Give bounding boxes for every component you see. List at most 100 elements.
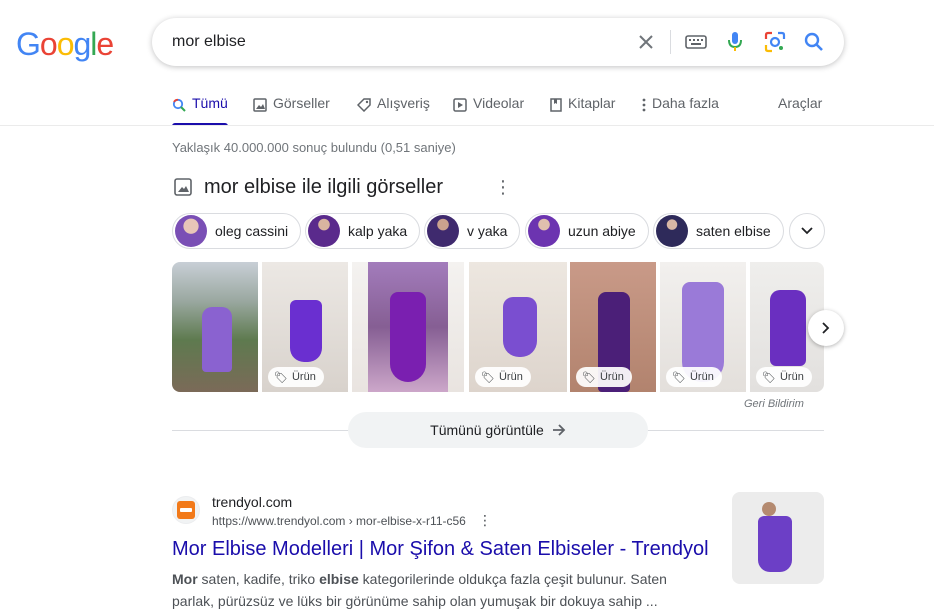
search-bar: mor elbise (152, 18, 844, 66)
chip-thumbnail (427, 215, 459, 247)
search-icon[interactable] (802, 30, 826, 54)
more-vert-icon (642, 98, 646, 112)
tab-label: Alışveriş (377, 95, 430, 111)
arrow-right-icon (552, 424, 566, 436)
search-icon (172, 98, 186, 112)
logo-letter: e (96, 26, 114, 62)
chip-label: kalp yaka (348, 223, 408, 239)
snippet-text: saten, kadife, triko (197, 571, 320, 587)
image-result[interactable]: 🏷 Ürün (660, 262, 746, 392)
chip-thumbnail (175, 215, 207, 247)
chip-v-yaka[interactable]: v yaka (424, 213, 521, 249)
tag-icon: 🏷 (274, 371, 288, 384)
result-thumbnail[interactable] (732, 492, 824, 584)
tools-button[interactable]: Araçlar (778, 95, 822, 111)
image-result[interactable] (352, 262, 464, 392)
chip-thumbnail (528, 215, 560, 247)
product-badge: 🏷 Ürün (475, 367, 531, 387)
chip-oleg-cassini[interactable]: oleg cassini (172, 213, 302, 249)
dress-figure (202, 307, 232, 372)
result-more-icon[interactable]: ⋮ (478, 512, 492, 529)
logo-letter: o (39, 26, 58, 62)
more-options-icon[interactable]: ⋮ (494, 178, 512, 196)
chips-expand-button[interactable] (789, 213, 825, 249)
result-url[interactable]: https://www.trendyol.com › mor-elbise-x-… (212, 514, 466, 528)
chip-saten-elbise[interactable]: saten elbise (653, 213, 784, 249)
logo-letter: G (16, 26, 41, 62)
image-result[interactable] (172, 262, 258, 392)
lens-icon[interactable] (763, 30, 787, 54)
tab-label: Tümü (192, 95, 228, 111)
dress-figure (758, 516, 792, 572)
snippet-highlight: Mor (172, 571, 198, 587)
chevron-down-icon (801, 227, 813, 235)
tab-label: Kitaplar (568, 95, 616, 111)
view-all-button[interactable]: Tümünü görüntüle (348, 412, 648, 448)
trendyol-logo-icon (177, 501, 195, 519)
image-result[interactable]: 🏷 Ürün (262, 262, 348, 392)
tag-icon: 🏷 (582, 371, 596, 384)
chip-thumbnail (308, 215, 340, 247)
dress-figure (290, 300, 322, 362)
chip-label: saten elbise (696, 223, 771, 239)
tab-videos[interactable]: Videolar (453, 90, 524, 126)
product-badge: 🏷 Ürün (576, 367, 632, 387)
product-badge-label: Ürün (599, 371, 624, 383)
result-site-name[interactable]: trendyol.com (212, 494, 292, 510)
view-all-label: Tümünü görüntüle (430, 422, 544, 438)
logo-letter: o (56, 26, 75, 62)
result-title-link[interactable]: Mor Elbise Modelleri | Mor Şifon & Saten… (172, 538, 709, 561)
logo-letter: g (73, 26, 91, 62)
tag-icon: 🏷 (481, 371, 495, 384)
mic-icon[interactable] (723, 30, 747, 54)
book-icon (550, 98, 562, 112)
snippet-highlight: elbise (319, 571, 359, 587)
chip-label: uzun abiye (568, 223, 636, 239)
product-badge-label: Ürün (779, 371, 804, 383)
play-icon (453, 98, 467, 112)
image-carousel: 🏷 Ürün 🏷 Ürün 🏷 Ürün 🏷 Ürün 🏷 Ürün (172, 262, 824, 392)
keyboard-icon[interactable] (684, 30, 708, 54)
product-badge: 🏷 Ürün (666, 367, 722, 387)
chip-label: v yaka (467, 223, 508, 239)
chip-kalp-yaka[interactable]: kalp yaka (305, 213, 421, 249)
result-snippet: Mor saten, kadife, triko elbise kategori… (172, 568, 712, 612)
site-favicon[interactable] (172, 496, 200, 524)
close-icon[interactable] (634, 30, 658, 54)
tab-label: Görseller (273, 95, 330, 111)
tab-shopping[interactable]: Alışveriş (357, 90, 430, 126)
search-divider (670, 30, 671, 54)
tabs-divider (0, 125, 934, 126)
image-icon (253, 98, 267, 112)
result-stats: Yaklaşık 40.000.000 sonuç bulundu (0,51 … (172, 140, 456, 155)
image-icon (174, 178, 192, 196)
dress-figure (390, 292, 426, 382)
dress-figure (503, 297, 537, 357)
tab-images[interactable]: Görseller (253, 90, 330, 126)
google-logo[interactable]: Google (16, 26, 114, 63)
search-input[interactable]: mor elbise (172, 18, 246, 66)
tag-icon (357, 98, 371, 112)
tab-all[interactable]: Tümü (172, 90, 228, 126)
tag-icon: 🏷 (672, 371, 686, 384)
image-result[interactable]: 🏷 Ürün (570, 262, 656, 392)
chevron-right-icon (822, 322, 830, 334)
tab-more[interactable]: Daha fazla (642, 90, 719, 126)
tab-label: Videolar (473, 95, 525, 111)
feedback-link[interactable]: Geri Bildirim (744, 398, 804, 410)
chip-uzun-abiye[interactable]: uzun abiye (525, 213, 649, 249)
images-section-title: mor elbise ile ilgili görseller (204, 176, 443, 198)
tag-icon: 🏷 (762, 371, 776, 384)
chip-label: oleg cassini (215, 223, 289, 239)
chip-thumbnail (656, 215, 688, 247)
dress-figure (770, 290, 806, 366)
carousel-next-button[interactable] (808, 310, 844, 346)
product-badge-label: Ürün (689, 371, 714, 383)
image-result[interactable]: 🏷 Ürün (469, 262, 567, 392)
model-head (762, 502, 776, 516)
product-badge-label: Ürün (498, 371, 523, 383)
tab-label: Daha fazla (652, 95, 719, 111)
product-badge-label: Ürün (291, 371, 316, 383)
tab-books[interactable]: Kitaplar (550, 90, 615, 126)
product-badge: 🏷 Ürün (268, 367, 324, 387)
